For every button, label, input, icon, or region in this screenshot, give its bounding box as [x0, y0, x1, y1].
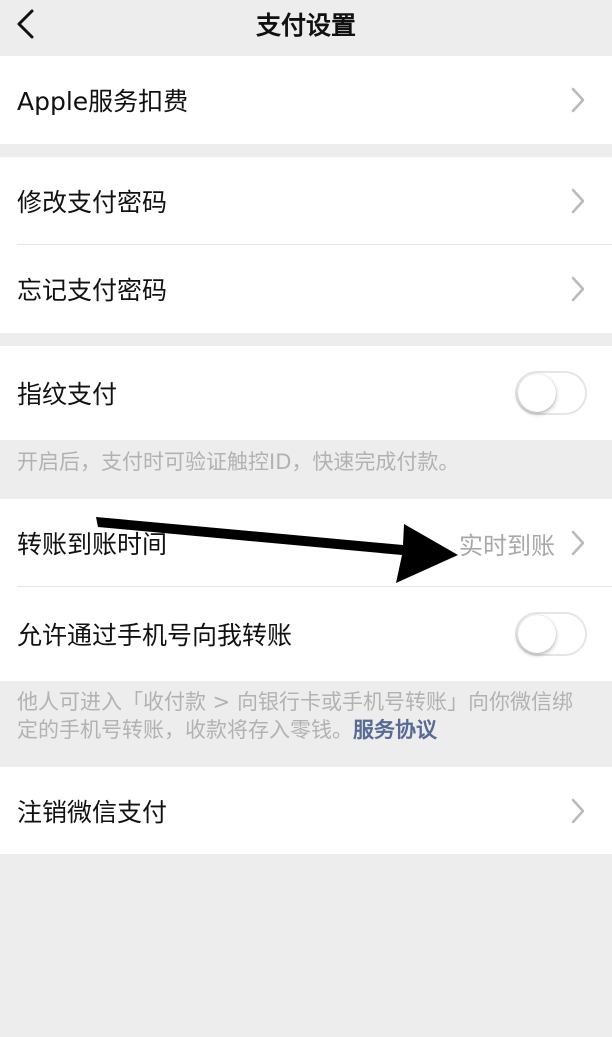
- service-agreement-link[interactable]: 服务协议: [353, 718, 437, 742]
- group-fingerprint: 指纹支付: [0, 346, 612, 440]
- page-title: 支付设置: [255, 11, 356, 40]
- row-cancel-wechat-pay[interactable]: 注销微信支付: [0, 767, 612, 854]
- row-label: 忘记支付密码: [17, 276, 168, 305]
- phone-transfer-toggle[interactable]: [515, 612, 587, 656]
- group-password: 修改支付密码 忘记支付密码: [0, 157, 612, 333]
- toggle-knob: [518, 374, 556, 412]
- navigation-bar: 支付设置: [0, 0, 612, 56]
- chevron-right-icon: [571, 530, 585, 556]
- group-transfer: 转账到账时间 实时到账 允许通过手机号向我转账: [0, 499, 612, 681]
- row-change-password[interactable]: 修改支付密码: [0, 157, 612, 245]
- row-transfer-arrival-time[interactable]: 转账到账时间 实时到账: [0, 499, 612, 587]
- row-label: 转账到账时间: [17, 530, 168, 559]
- group-apple: Apple服务扣费: [0, 56, 612, 144]
- chevron-right-icon: [571, 87, 585, 113]
- group-cancel: 注销微信支付: [0, 767, 612, 854]
- toggle-knob: [518, 615, 556, 653]
- row-label: 允许通过手机号向我转账: [17, 621, 293, 650]
- row-label: 修改支付密码: [17, 188, 168, 217]
- row-forgot-password[interactable]: 忘记支付密码: [0, 245, 612, 333]
- row-apple-service-billing[interactable]: Apple服务扣费: [0, 56, 612, 144]
- row-label: 指纹支付: [17, 380, 118, 409]
- row-label: 注销微信支付: [17, 797, 168, 827]
- row-label: Apple服务扣费: [17, 87, 189, 116]
- fingerprint-note: 开启后，支付时可验证触控ID，快速完成付款。: [17, 450, 460, 474]
- note-text: 他人可进入「收付款 > 向银行卡或手机号转账」向你微信绑定的手机号转账，收款将存…: [17, 690, 573, 742]
- row-phone-transfer: 允许通过手机号向我转账: [0, 587, 612, 681]
- phone-transfer-note: 他人可进入「收付款 > 向银行卡或手机号转账」向你微信绑定的手机号转账，收款将存…: [17, 688, 582, 744]
- fingerprint-toggle[interactable]: [515, 371, 587, 415]
- row-fingerprint-pay: 指纹支付: [0, 346, 612, 440]
- row-value: 实时到账: [459, 531, 555, 560]
- chevron-right-icon: [571, 798, 585, 824]
- chevron-right-icon: [571, 188, 585, 214]
- chevron-right-icon: [571, 276, 585, 302]
